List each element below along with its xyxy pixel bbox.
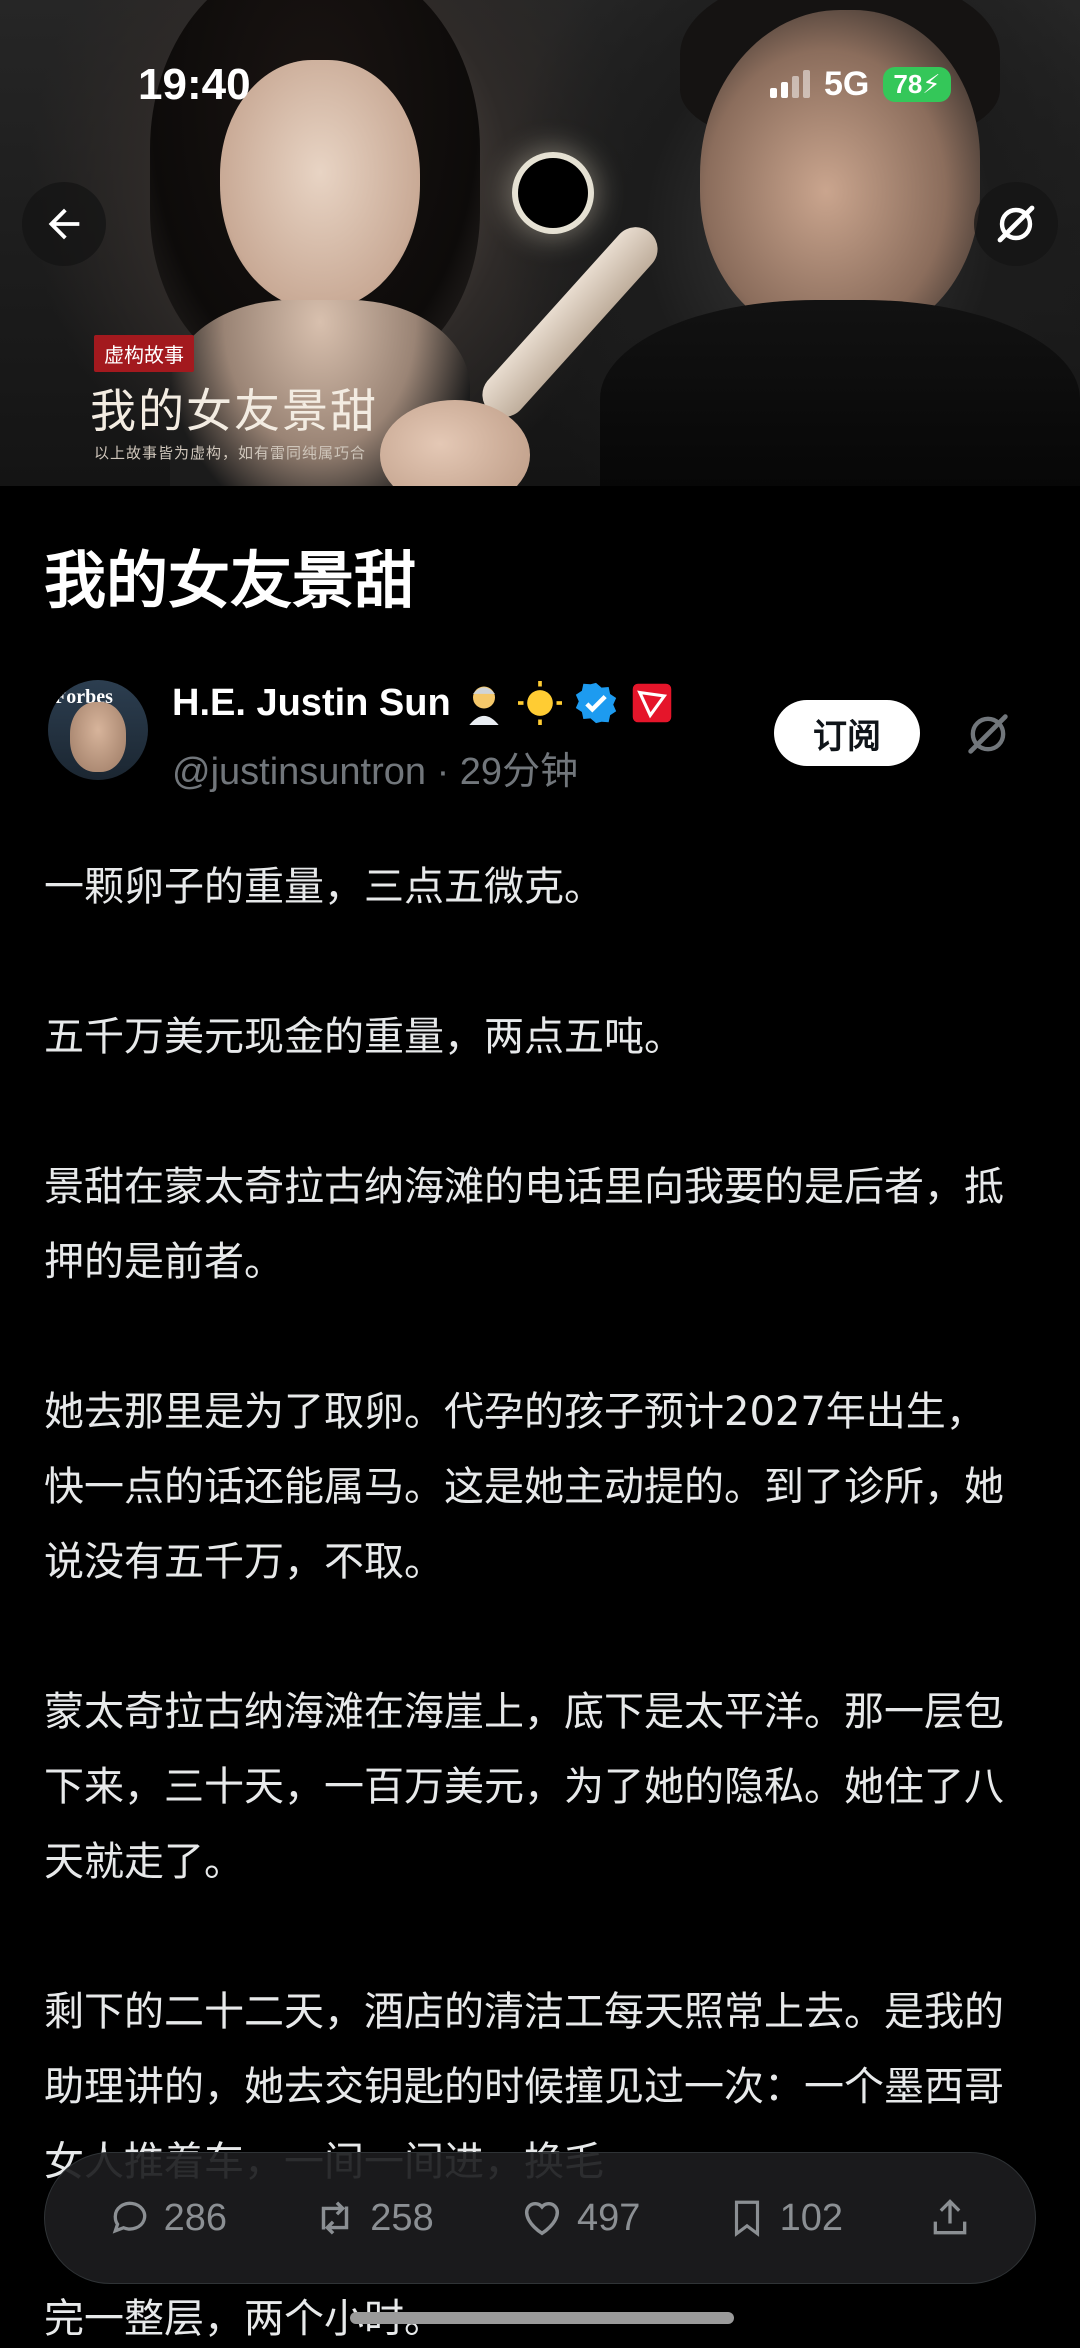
author-name: H.E. Justin Sun [172, 681, 451, 724]
network-type: 5G [824, 64, 870, 103]
author-name-row[interactable]: H.E. Justin Sun [172, 680, 675, 726]
signal-icon [770, 70, 810, 98]
home-indicator[interactable] [350, 2312, 734, 2324]
grok-icon [968, 714, 1008, 754]
sun-emoji-icon [517, 680, 563, 726]
article-body: 一颗卵子的重量，三点五微克。 五千万美元现金的重量，两点五吨。 景甜在蒙太奇拉古… [44, 850, 1024, 2275]
like-count: 497 [576, 2196, 641, 2239]
cover-man-body [600, 300, 1080, 486]
status-indicators: 5G 78⚡ [770, 64, 951, 104]
reply-icon [112, 2201, 146, 2234]
charging-icon: ⚡ [922, 68, 941, 99]
grok-icon [997, 205, 1035, 243]
bookmark-count: 102 [779, 2196, 844, 2239]
reply-count: 286 [163, 2196, 228, 2239]
repost-button[interactable]: 258 [312, 2195, 434, 2241]
tron-icon [629, 680, 675, 726]
bookmark-icon [734, 2200, 759, 2237]
status-time: 19:40 [138, 60, 251, 109]
like-button[interactable]: 497 [519, 2195, 640, 2241]
share-icon [933, 2199, 967, 2235]
article-title: 我的女友景甜 [44, 547, 417, 616]
like-icon [524, 2201, 560, 2236]
author-handle[interactable]: @justinsuntron · 29分钟 [172, 740, 578, 795]
cover-subtitle: 以上故事皆为虚构，如有雷同纯属巧合 [94, 446, 367, 462]
article-paragraph: 一颗卵子的重量，三点五微克。 [44, 864, 604, 910]
verified-icon [573, 680, 619, 726]
article-paragraph: 她去那里是为了取卵。代孕的孩子预计2027年出生，快一点的话还能属马。这是她主动… [44, 1389, 1004, 1585]
article-paragraph: 蒙太奇拉古纳海滩在海崖上，底下是太平洋。那一层包下来，三十天，一百万美元，为了她… [44, 1689, 1004, 1885]
repost-count: 258 [370, 2196, 434, 2239]
reply-button[interactable]: 286 [108, 2196, 227, 2240]
grok-button[interactable] [974, 182, 1058, 266]
article-paragraph: 五千万美元现金的重量，两点五吨。 [44, 1014, 684, 1060]
subscribe-button[interactable]: 订阅 [774, 700, 920, 766]
cover-man-head [700, 10, 980, 340]
post-action-bar: 286 258 497 102 [44, 2152, 1036, 2284]
cover-tag: 虚构故事 [94, 335, 194, 372]
scientist-emoji-icon [461, 680, 507, 726]
battery-level: 78 [893, 68, 923, 99]
repost-icon [322, 2201, 349, 2235]
article-paragraph: 景甜在蒙太奇拉古纳海滩的电话里向我要的是后者，抵押的是前者。 [44, 1164, 1004, 1285]
cover-title: 我的女友景甜 [90, 386, 378, 437]
back-button[interactable] [22, 182, 106, 266]
share-button[interactable] [928, 2196, 972, 2240]
cover-eclipse [518, 158, 588, 228]
bookmark-button[interactable]: 102 [726, 2197, 843, 2240]
back-arrow-icon [48, 208, 80, 240]
battery-indicator: 78⚡ [883, 66, 951, 102]
author-avatar[interactable]: Forbes [48, 680, 148, 780]
avatar-face [70, 702, 126, 772]
grok-explain-button[interactable] [962, 708, 1014, 765]
